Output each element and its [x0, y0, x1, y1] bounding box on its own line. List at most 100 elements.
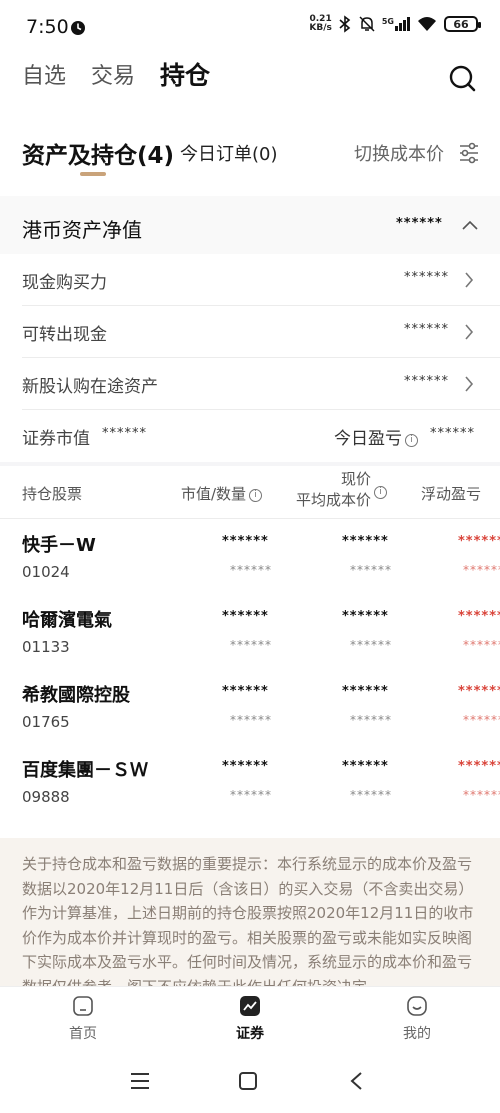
- nav-home-label: 首页: [69, 1026, 97, 1042]
- stock-code: 01765: [22, 713, 70, 731]
- notice-text: 关于持仓成本和盈亏数据的重要提示：本行系统显示的成本价及盈亏数据以2020年12…: [22, 855, 474, 986]
- withdrawable-cash-label: 可转出现金: [22, 325, 107, 345]
- mute-bell-icon: [359, 16, 375, 32]
- avg-cost: ******: [350, 638, 392, 652]
- do-not-disturb-icon: [71, 21, 85, 35]
- bottom-nav: 首页 证券 我的: [0, 986, 500, 1050]
- stock-name: 希教國際控股: [22, 685, 130, 706]
- info-icon[interactable]: i: [374, 486, 387, 499]
- chevron-right-icon[interactable]: [464, 324, 474, 340]
- market-value: ******: [222, 684, 269, 699]
- quantity: ******: [230, 788, 272, 802]
- market-value-label: 证券市值: [22, 429, 90, 449]
- float-pl: ******: [458, 534, 500, 549]
- market-value: ******: [222, 609, 269, 624]
- col-stock: 持仓股票: [22, 485, 83, 503]
- chevron-right-icon[interactable]: [464, 376, 474, 392]
- nav-securities[interactable]: 证券: [210, 995, 290, 1043]
- col-mv-qty[interactable]: 市值/数量 i: [181, 483, 263, 504]
- info-icon[interactable]: i: [405, 434, 418, 447]
- bluetooth-icon: [339, 15, 351, 33]
- table-row[interactable]: 快手－W 01024 ****** ****** ****** ****** *…: [0, 519, 500, 594]
- stock-code: 09888: [22, 788, 70, 806]
- float-pl-percent: ******: [463, 638, 500, 652]
- current-price: ******: [342, 534, 389, 549]
- col-float-pl[interactable]: 浮动盈亏: [421, 483, 481, 504]
- float-pl-percent: ******: [463, 788, 500, 802]
- status-time: 7:50: [26, 16, 69, 38]
- net-asset-label: 港币资产净值: [22, 218, 142, 242]
- today-orders-tab[interactable]: 今日订单(0): [180, 140, 278, 166]
- chevron-up-icon[interactable]: [462, 220, 478, 230]
- active-tab-indicator: [80, 172, 106, 176]
- withdrawable-cash-value: ******: [404, 322, 449, 337]
- table-row[interactable]: 希教國際控股 01765 ****** ****** ****** ******…: [0, 669, 500, 744]
- back-icon[interactable]: [349, 1071, 363, 1091]
- settings-sliders-icon[interactable]: [458, 142, 480, 164]
- market-value-row: 证券市值 ****** 今日盈亏 i ******: [0, 410, 500, 462]
- tab-positions[interactable]: 持仓: [160, 56, 210, 92]
- today-pl-label[interactable]: 今日盈亏 i: [334, 424, 418, 449]
- ipo-in-transit-label: 新股认购在途资产: [22, 377, 158, 397]
- recent-apps-icon[interactable]: [130, 1072, 150, 1090]
- stock-name: 哈爾濱電氣: [22, 610, 112, 631]
- float-pl: ******: [458, 609, 500, 624]
- tab-watchlist[interactable]: 自选: [22, 58, 66, 90]
- battery-indicator: 66: [444, 16, 481, 32]
- chevron-right-icon[interactable]: [464, 272, 474, 288]
- cash-buying-power-value: ******: [404, 270, 449, 285]
- market-value: ******: [102, 426, 147, 441]
- home-button-icon[interactable]: [238, 1071, 258, 1091]
- avg-cost: ******: [350, 563, 392, 577]
- nav-me-label: 我的: [403, 1026, 431, 1042]
- ipo-in-transit-value: ******: [404, 374, 449, 389]
- float-pl-percent: ******: [463, 563, 500, 577]
- stock-name: 百度集團－ＳＷ: [22, 760, 148, 781]
- securities-chart-icon: [240, 996, 260, 1016]
- wifi-icon: [418, 17, 436, 31]
- asset-item-row[interactable]: 可转出现金 ******: [0, 306, 500, 358]
- market-value: ******: [222, 534, 269, 549]
- switch-cost-price-button[interactable]: 切换成本价: [354, 140, 444, 166]
- col-price-cost[interactable]: 现价 平均成本价: [291, 469, 371, 511]
- avg-cost: ******: [350, 788, 392, 802]
- nav-home[interactable]: 首页: [43, 995, 123, 1043]
- net-asset-header[interactable]: 港币资产净值 ******: [0, 196, 500, 254]
- holdings-table: 持仓股票 市值/数量 i 现价 平均成本价 i 浮动盈亏 快手－W 01024 **…: [0, 466, 500, 838]
- net-speed: 0.21 KB/s: [309, 14, 332, 33]
- system-nav-bar: [0, 1050, 500, 1113]
- account-section: 资产及持仓(4) 今日订单(0) 切换成本价: [0, 102, 500, 196]
- float-pl-percent: ******: [463, 713, 500, 727]
- status-bar: 7:50 0.21 KB/s 5G 66: [0, 0, 500, 56]
- avg-cost: ******: [350, 713, 392, 727]
- table-row[interactable]: 百度集團－ＳＷ 09888 ****** ****** ****** *****…: [0, 744, 500, 819]
- quantity: ******: [230, 638, 272, 652]
- smiley-icon: [407, 996, 427, 1016]
- market-value: ******: [222, 759, 269, 774]
- status-icons: 0.21 KB/s 5G 66: [309, 14, 481, 33]
- net-asset-value: ******: [396, 216, 443, 231]
- info-icon[interactable]: i: [249, 489, 263, 502]
- cost-data-notice: 关于持仓成本和盈亏数据的重要提示：本行系统显示的成本价及盈亏数据以2020年12…: [0, 838, 500, 986]
- nav-securities-label: 证券: [236, 1026, 264, 1042]
- float-pl: ******: [458, 684, 500, 699]
- assets-holdings-tab[interactable]: 资产及持仓(4): [22, 136, 174, 170]
- table-row[interactable]: 哈爾濱電氣 01133 ****** ****** ****** ****** …: [0, 594, 500, 669]
- net-asset-card: 港币资产净值 ****** 现金购买力 ****** 可转出现金 ****** …: [0, 196, 500, 462]
- search-icon[interactable]: [448, 64, 476, 92]
- current-price: ******: [342, 759, 389, 774]
- today-pl-value: ******: [430, 426, 475, 441]
- current-price: ******: [342, 684, 389, 699]
- home-icon: [73, 996, 93, 1016]
- tab-trade[interactable]: 交易: [91, 58, 135, 90]
- nav-me[interactable]: 我的: [377, 995, 457, 1043]
- stock-name: 快手－W: [22, 535, 96, 556]
- stock-code: 01024: [22, 563, 70, 581]
- asset-item-row[interactable]: 现金购买力 ******: [0, 254, 500, 306]
- quantity: ******: [230, 563, 272, 577]
- asset-item-row[interactable]: 新股认购在途资产 ******: [0, 358, 500, 410]
- current-price: ******: [342, 609, 389, 624]
- signal-icon: 5G: [382, 17, 410, 31]
- cash-buying-power-label: 现金购买力: [22, 273, 107, 293]
- table-header: 持仓股票 市值/数量 i 现价 平均成本价 i 浮动盈亏: [0, 466, 500, 519]
